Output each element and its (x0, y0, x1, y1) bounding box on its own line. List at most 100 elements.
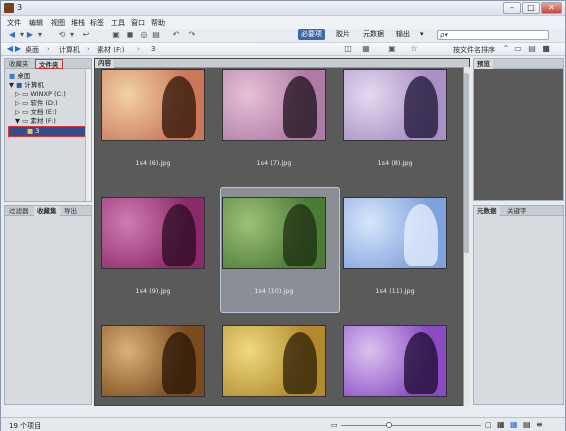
maximize-button[interactable]: □ (522, 2, 540, 14)
tree-item-computer[interactable]: ▼ ■ 计算机 (9, 81, 44, 90)
tab-preview[interactable]: 预览 (474, 59, 493, 69)
star-filter-icon[interactable]: ☆ (409, 44, 419, 54)
dropdown-icon[interactable]: ▾ (35, 30, 45, 40)
workspace-output[interactable]: 输出 (393, 29, 413, 40)
expand-icon[interactable]: ▷ (15, 108, 20, 116)
tree-item-winxp[interactable]: ▷ ▭ WINXP (C:) (15, 90, 66, 99)
drive-icon: ▭ (22, 90, 29, 98)
sort-dropdown[interactable]: 按文件名排序 (453, 45, 495, 55)
workspace-filmstrip[interactable]: 胶片 (333, 29, 353, 40)
view-list-icon[interactable]: ≡ (536, 420, 543, 429)
thumbnail-image[interactable] (101, 69, 205, 141)
output-icon[interactable]: ▤ (151, 30, 161, 40)
tab-keywords[interactable]: 关键字 (504, 206, 530, 216)
refine-icon[interactable]: ◼ (125, 30, 135, 40)
stack-icon[interactable]: ▤ (527, 44, 537, 54)
expand-icon[interactable]: ▼ (15, 117, 20, 125)
return-icon[interactable]: ↩ (81, 30, 91, 40)
app-icon (4, 3, 14, 13)
menu-window[interactable]: 窗口 (131, 18, 145, 28)
folder-icon: ■ (27, 127, 34, 135)
thumbnail-image[interactable] (222, 325, 326, 397)
rating-filter-icon[interactable]: ▣ (387, 44, 397, 54)
filter-panel-tabs: 过滤器 收藏集 导出 (5, 206, 91, 216)
tree-item-folder-3[interactable]: ■ 3 (8, 126, 88, 137)
desktop-folder-icon: ■ (9, 72, 16, 80)
filter-icon[interactable]: ▦ (361, 44, 371, 54)
breadcrumb-computer[interactable]: 计算机 (59, 45, 80, 55)
thumbnail-image[interactable] (222, 197, 326, 269)
tab-collections[interactable]: 收藏集 (34, 206, 60, 216)
view-details-icon[interactable]: ▤ (523, 420, 531, 429)
thumbnail-image[interactable] (343, 325, 447, 397)
thumbnail-silhouette (283, 332, 317, 394)
sort-direction-icon[interactable]: ⌃ (501, 44, 511, 54)
tab-filter[interactable]: 过滤器 (6, 206, 32, 216)
menu-file[interactable]: 文件 (7, 18, 21, 28)
tab-metadata[interactable]: 元数据 (474, 206, 500, 216)
path-forward-icon[interactable]: ▶ (13, 44, 23, 54)
thumbnail-image[interactable] (343, 197, 447, 269)
filter-panel: 过滤器 收藏集 导出 (4, 205, 92, 405)
thumbnail-image[interactable] (222, 69, 326, 141)
thumbnail-image[interactable] (343, 69, 447, 141)
camera-icon[interactable]: ▣ (111, 30, 121, 40)
tab-folders[interactable]: 文件夹 (35, 59, 63, 69)
menu-edit[interactable]: 编辑 (29, 18, 43, 28)
tab-content[interactable]: 内容 (95, 59, 114, 68)
rotate-left-icon[interactable]: ↶ (171, 30, 181, 40)
tree-item-desktop[interactable]: ■ 桌面 (9, 72, 30, 81)
thumbnail-caption: 1s4 (7).jpg (256, 159, 292, 167)
new-folder-icon[interactable]: ▭ (513, 44, 523, 54)
dropdown-icon[interactable]: ▾ (67, 30, 77, 40)
tab-favorites[interactable]: 收藏夹 (6, 59, 32, 69)
tree-item-documents[interactable]: ▷ ▭ 文档 (E:) (15, 108, 57, 117)
thumbnail-silhouette (404, 76, 438, 138)
title-bar: 3 – □ ✕ (1, 1, 565, 16)
thumbnail-silhouette (162, 204, 196, 266)
content-scroll-thumb[interactable] (464, 73, 469, 253)
expand-icon[interactable]: ▼ (9, 81, 14, 89)
view-thumbnails-icon[interactable]: ▦ (510, 420, 518, 429)
expand-icon[interactable]: ▷ (15, 90, 20, 98)
minimize-button[interactable]: – (503, 2, 521, 14)
breadcrumb-drive-f[interactable]: 素材 (F:) (97, 45, 125, 55)
workspace-essentials[interactable]: 必要项 (298, 29, 325, 40)
workspace-metadata[interactable]: 元数据 (360, 29, 387, 40)
recent-icon[interactable]: ⟲ (57, 30, 67, 40)
expand-icon[interactable]: ▷ (15, 99, 20, 107)
breadcrumb-folder-3[interactable]: 3 (151, 45, 155, 53)
search-input[interactable]: ρ▾ (437, 30, 549, 40)
zoom-in-icon[interactable]: ▢ (485, 421, 492, 429)
forward-icon[interactable]: ▶ (25, 30, 35, 40)
tree-item-materials[interactable]: ▼ ▭ 素材 (F:) (15, 117, 56, 126)
thumbnail-image[interactable] (101, 197, 205, 269)
close-button[interactable]: ✕ (541, 2, 562, 14)
view-lock-icon[interactable]: ▦ (497, 420, 505, 429)
folders-scrollbar[interactable] (85, 69, 91, 201)
thumbnail-silhouette (283, 76, 317, 138)
menu-tools[interactable]: 工具 (111, 18, 125, 28)
tab-export[interactable]: 导出 (61, 206, 80, 216)
zoom-slider[interactable] (341, 425, 481, 426)
thumbnail-caption: 1s4 (6).jpg (135, 159, 171, 167)
zoom-slider-thumb[interactable] (386, 422, 392, 428)
menu-help[interactable]: 帮助 (151, 18, 165, 28)
content-tabbar: 内容 (95, 59, 469, 68)
workspace-more-icon[interactable]: ▾ (417, 29, 427, 40)
rotate-right-icon[interactable]: ↷ (187, 30, 197, 40)
thumbnail-image[interactable] (101, 325, 205, 397)
thumbnail-silhouette (162, 76, 196, 138)
menu-view[interactable]: 视图 (51, 18, 65, 28)
tree-item-software[interactable]: ▷ ▭ 软件 (D:) (15, 99, 58, 108)
back-icon[interactable]: ◀ (7, 30, 17, 40)
menu-stack[interactable]: 堆栈 (71, 18, 85, 28)
thumbnail-caption: 1s4 (10).jpg (254, 287, 294, 295)
preview-panel-tabs: 预览 (474, 59, 563, 69)
thumbnail-quality-icon[interactable]: ◫ (343, 44, 353, 54)
open-camera-raw-icon[interactable]: ◎ (139, 30, 149, 40)
breadcrumb-desktop[interactable]: 桌面 (25, 45, 39, 55)
delete-icon[interactable]: ■ (541, 44, 551, 54)
zoom-out-icon[interactable]: ▭ (331, 421, 338, 429)
menu-label[interactable]: 标签 (90, 18, 104, 28)
